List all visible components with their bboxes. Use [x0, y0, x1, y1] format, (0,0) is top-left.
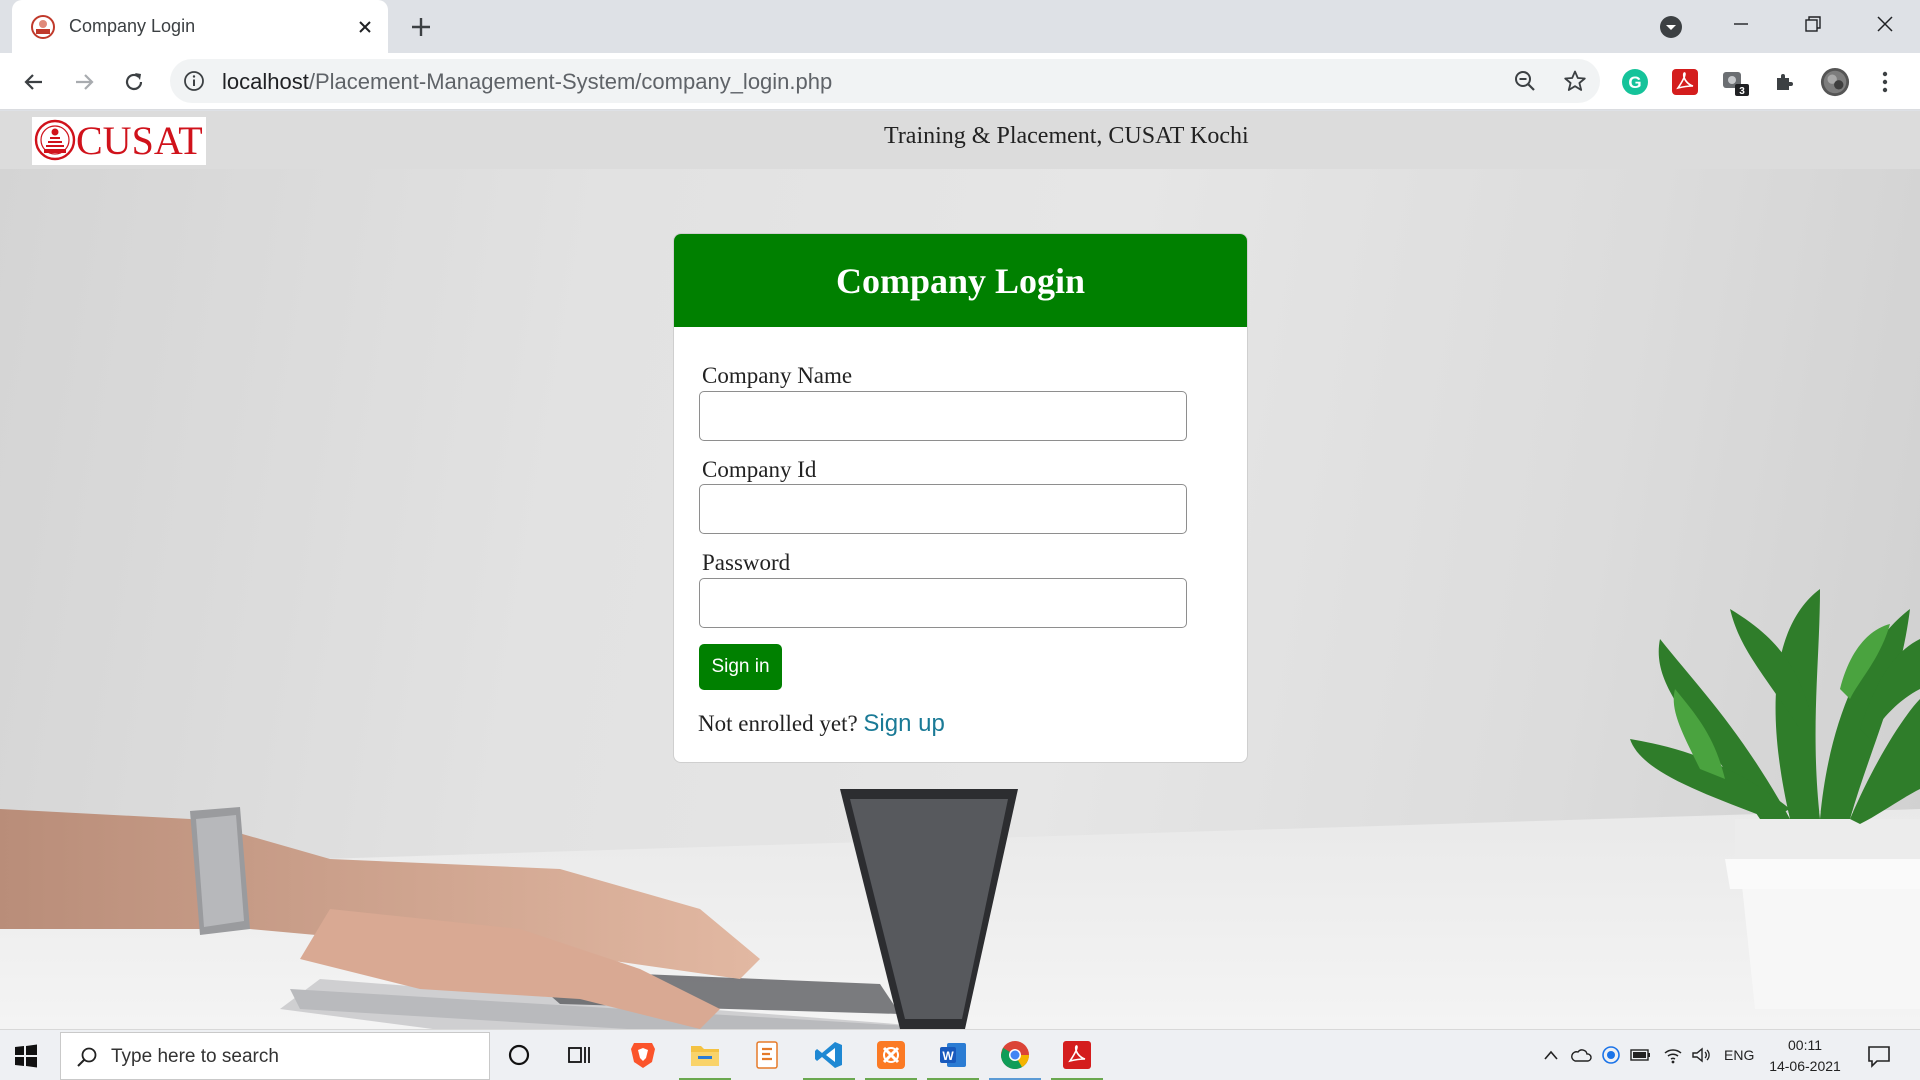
tab-search-icon[interactable]	[1657, 13, 1685, 41]
restore-icon[interactable]	[1778, 0, 1848, 48]
vscode-icon[interactable]	[812, 1038, 846, 1072]
address-bar[interactable]: localhost/Placement-Management-System/co…	[170, 59, 1600, 103]
bookmark-star-icon[interactable]	[1562, 68, 1588, 94]
task-view-icon[interactable]	[562, 1038, 596, 1072]
brave-browser-icon[interactable]	[626, 1038, 660, 1072]
enroll-prompt: Not enrolled yet? Sign up	[698, 710, 945, 738]
file-explorer-icon[interactable]	[688, 1038, 722, 1072]
site-info-icon[interactable]	[182, 69, 206, 93]
login-title: Company Login	[835, 260, 1086, 301]
page-viewport: CUSAT Training & Placement, CUSAT Kochi …	[0, 111, 1920, 1029]
word-icon[interactable]: W	[936, 1038, 970, 1072]
record-icon[interactable]	[1600, 1044, 1622, 1066]
company-id-input[interactable]	[699, 484, 1187, 534]
show-hidden-icons-icon[interactable]	[1540, 1044, 1562, 1066]
taskbar-search-box[interactable]: Type here to search	[60, 1032, 490, 1080]
wifi-icon[interactable]	[1662, 1044, 1684, 1066]
profile-avatar[interactable]	[1820, 67, 1850, 97]
zoom-out-icon[interactable]	[1512, 68, 1538, 94]
browser-tab-active[interactable]: Company Login	[12, 0, 388, 53]
password-label: Password	[702, 550, 791, 575]
action-center-icon[interactable]	[1866, 1043, 1892, 1069]
password-input[interactable]	[699, 578, 1187, 628]
tab-title: Company Login	[69, 16, 196, 36]
onedrive-icon[interactable]	[1570, 1044, 1592, 1066]
taskbar-clock[interactable]: 00:11 14-06-2021	[1765, 1035, 1845, 1077]
cortana-icon[interactable]	[502, 1038, 536, 1072]
reload-icon[interactable]	[116, 64, 152, 100]
company-id-label: Company Id	[702, 457, 817, 482]
extensions-puzzle-icon[interactable]	[1770, 67, 1800, 97]
windows-taskbar: Type here to search W ENG 00:11 14-06-20…	[0, 1029, 1920, 1080]
sublime-like-app-icon[interactable]	[750, 1038, 784, 1072]
svg-text:W: W	[942, 1049, 954, 1063]
chrome-icon[interactable]	[998, 1038, 1032, 1072]
volume-icon[interactable]	[1690, 1044, 1712, 1066]
cusat-seal-icon	[34, 119, 76, 161]
forward-arrow-icon[interactable]	[66, 64, 102, 100]
sign-up-link[interactable]: Sign up	[863, 710, 944, 737]
adobe-acrobat-icon[interactable]	[1670, 67, 1700, 97]
acrobat-taskbar-icon[interactable]	[1060, 1038, 1094, 1072]
site-header: CUSAT Training & Placement, CUSAT Kochi	[0, 111, 1920, 169]
logo-text: CUSAT	[76, 118, 203, 163]
extension-badge-count: 3	[1739, 86, 1745, 97]
extension-badge-icon[interactable]: 3	[1720, 67, 1750, 97]
company-name-input[interactable]	[699, 391, 1187, 441]
browser-tab-strip: Company Login	[0, 0, 1920, 53]
browser-toolbar: localhost/Placement-Management-System/co…	[0, 53, 1920, 110]
svg-text:G: G	[1628, 73, 1641, 92]
url-host: localhost	[222, 69, 309, 94]
cusat-logo[interactable]: CUSAT	[32, 117, 206, 165]
search-icon	[77, 1047, 97, 1067]
chrome-menu-icon[interactable]	[1870, 67, 1900, 97]
grammarly-icon[interactable]: G	[1620, 67, 1650, 97]
close-window-icon[interactable]	[1850, 0, 1920, 48]
company-name-label: Company Name	[702, 363, 853, 388]
close-tab-icon[interactable]	[352, 14, 378, 40]
battery-icon[interactable]	[1630, 1044, 1652, 1066]
url-text[interactable]: localhost/Placement-Management-System/co…	[222, 70, 832, 94]
search-placeholder: Type here to search	[111, 1046, 279, 1067]
login-card: Company Login Company Name Company Id Pa…	[673, 233, 1248, 763]
sign-in-button[interactable]: Sign in	[699, 644, 782, 690]
xampp-icon[interactable]	[874, 1038, 908, 1072]
enroll-text: Not enrolled yet?	[698, 711, 858, 736]
site-header-title: Training & Placement, CUSAT Kochi	[884, 123, 1249, 149]
windows-start-icon[interactable]	[12, 1042, 40, 1070]
language-indicator[interactable]: ENG	[1724, 1047, 1754, 1063]
url-path: /Placement-Management-System/company_log…	[308, 69, 833, 94]
clock-date: 14-06-2021	[1769, 1058, 1841, 1074]
back-arrow-icon[interactable]	[16, 64, 52, 100]
login-card-header: Company Login	[674, 234, 1247, 327]
clock-time: 00:11	[1788, 1037, 1822, 1053]
minimize-icon[interactable]	[1706, 0, 1776, 48]
new-tab-icon[interactable]	[406, 12, 436, 42]
cusat-favicon-icon	[31, 15, 55, 39]
